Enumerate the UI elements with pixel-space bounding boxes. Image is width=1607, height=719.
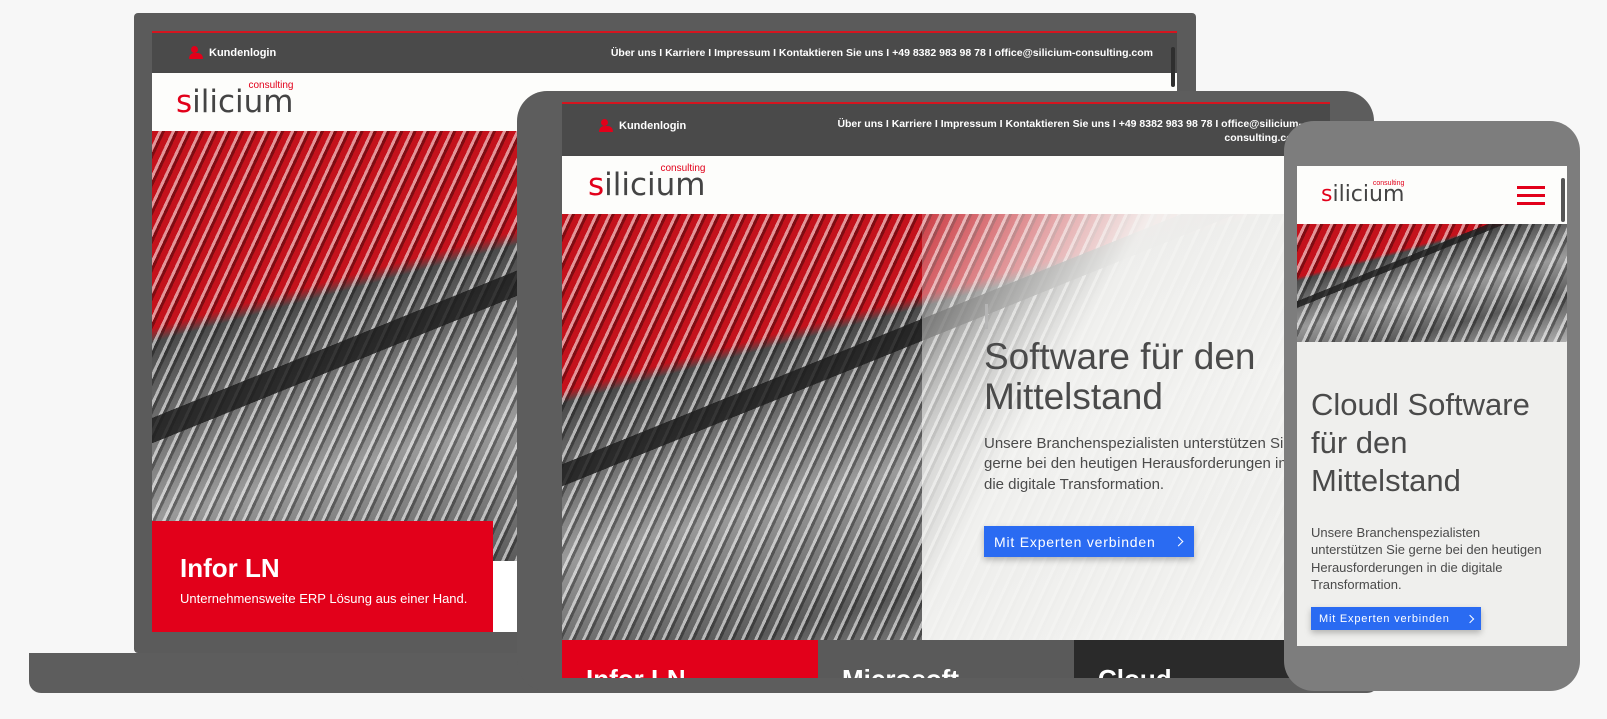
silicium-logo[interactable]: silicium consulting — [588, 164, 706, 201]
top-links-line-2: consulting.com — [1224, 132, 1302, 144]
hero-title: Software für den Mittelstand — [984, 336, 1256, 417]
top-bar: Kundenlogin Über uns I Karriere I Impres… — [562, 102, 1330, 156]
tile-title: Infor LN — [180, 553, 280, 583]
text-cursor — [985, 304, 988, 329]
site-header: silicium consulting — [1297, 166, 1567, 224]
chevron-right-icon — [1465, 614, 1475, 623]
kundenlogin-link[interactable]: Kundenlogin — [189, 46, 276, 60]
site-header: silicium consulting — [562, 156, 1330, 214]
hero-image — [1297, 224, 1567, 342]
top-bar: Kundenlogin Über uns I Karriere I Impres… — [152, 31, 1177, 73]
tablet-screen: Kundenlogin Über uns I Karriere I Impres… — [562, 102, 1330, 678]
kundenlogin-label: Kundenlogin — [209, 47, 277, 59]
mit-experten-verbinden-button[interactable]: Mit Experten verbinden — [984, 526, 1194, 557]
kundenlogin-label: Kundenlogin — [619, 120, 687, 132]
top-links-line-1: Über uns I Karriere I Impressum I Kontak… — [837, 118, 1302, 130]
phone-screen: silicium consulting Cloudl Software für … — [1297, 166, 1567, 646]
tile-infor-ln[interactable]: Infor LN Unternehmensweite ERP Lösung au… — [152, 521, 493, 632]
tile-subtitle: Unternehmensweite ERP Lösung aus einer H… — [180, 591, 468, 606]
top-links[interactable]: Über uns I Karriere I Impressum I Kontak… — [611, 46, 1153, 60]
hero-lead: Unsere Branchenspezialisten unterstützen… — [984, 435, 1292, 493]
silicium-logo[interactable]: silicium consulting — [176, 81, 294, 118]
hamburger-menu-icon[interactable] — [1517, 186, 1545, 206]
top-links[interactable]: Über uns I Karriere I Impressum I Kontak… — [837, 117, 1302, 145]
hero-overlay — [922, 214, 1330, 640]
tile-infor-ln[interactable]: Infor LN — [562, 640, 818, 678]
cta-label: Mit Experten verbinden — [994, 533, 1156, 550]
scrollbar[interactable] — [1561, 178, 1565, 222]
mit-experten-verbinden-button[interactable]: Mit Experten verbinden — [1311, 607, 1481, 630]
silicium-logo[interactable]: silicium consulting — [1321, 180, 1404, 206]
cta-label: Mit Experten verbinden — [1319, 612, 1450, 625]
hero-lead: Unsere Branchenspezialisten unterstützen… — [1311, 525, 1542, 592]
hero-title: Cloudl Software für den Mittelstand — [1311, 387, 1530, 498]
user-icon — [599, 119, 613, 133]
kundenlogin-link[interactable]: Kundenlogin — [599, 119, 686, 133]
user-icon — [189, 46, 203, 60]
tile-microsoft[interactable]: Microsoft — [818, 640, 1074, 678]
scrollbar[interactable] — [1171, 47, 1175, 87]
chevron-right-icon — [1173, 536, 1184, 547]
